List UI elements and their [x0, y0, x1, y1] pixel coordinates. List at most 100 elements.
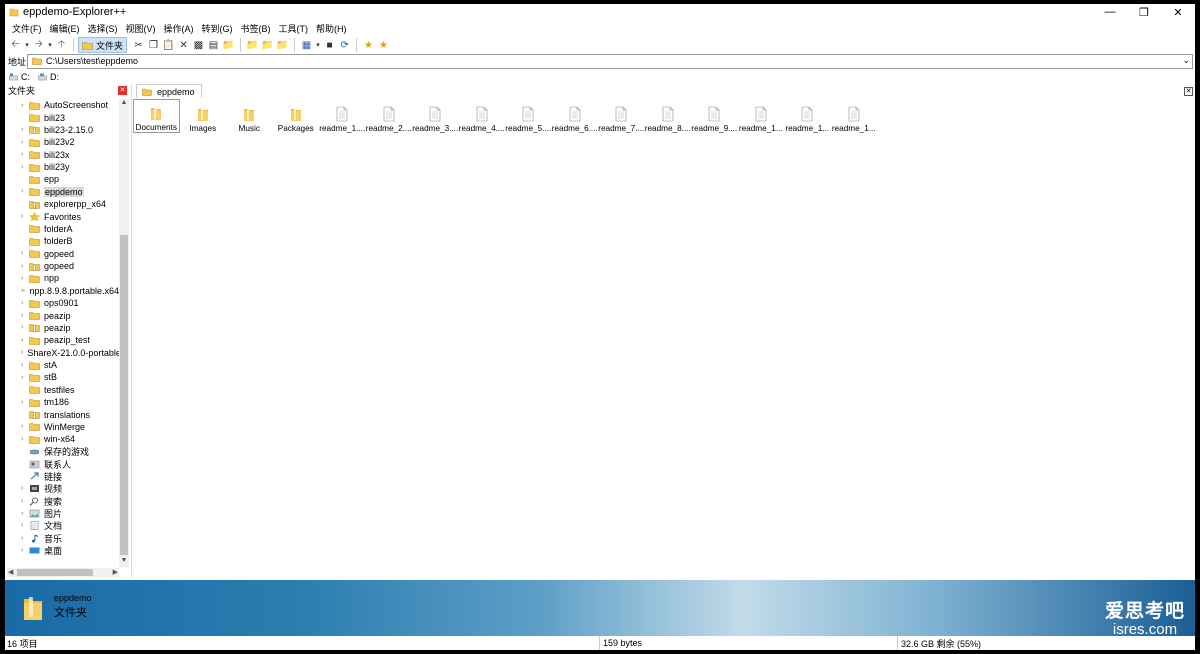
cut-icon[interactable]: ✂: [131, 38, 146, 53]
expand-chevron-icon[interactable]: ›: [21, 300, 29, 307]
file-item[interactable]: readme_3....: [412, 99, 459, 133]
tree-item[interactable]: translations: [5, 408, 119, 420]
tree-item[interactable]: › peazip: [5, 322, 119, 334]
tree-horizontal-scrollbar[interactable]: ◀ ▶: [7, 568, 119, 577]
menu-help[interactable]: 帮助(H): [312, 22, 351, 35]
file-item[interactable]: readme_9....: [691, 99, 738, 133]
expand-chevron-icon[interactable]: ›: [21, 399, 29, 406]
expand-chevron-icon[interactable]: ›: [21, 139, 29, 146]
views-icon[interactable]: ▦: [299, 38, 314, 53]
scroll-thumb[interactable]: [120, 235, 128, 555]
drive-c[interactable]: C:: [9, 72, 30, 82]
paste-icon[interactable]: 📋: [161, 38, 176, 53]
chevron-right-icon[interactable]: ▶: [113, 568, 118, 576]
expand-chevron-icon[interactable]: ›: [21, 362, 29, 369]
restore-button[interactable]: ❐: [1127, 4, 1161, 20]
expand-chevron-icon[interactable]: ›: [21, 102, 29, 109]
folder-item[interactable]: Packages: [273, 99, 320, 133]
expand-chevron-icon[interactable]: ›: [21, 374, 29, 381]
folder-item[interactable]: Images: [180, 99, 227, 133]
tree-item[interactable]: › Favorites: [5, 210, 119, 222]
expand-chevron-icon[interactable]: ›: [21, 275, 29, 282]
expand-chevron-icon[interactable]: ›: [21, 349, 23, 356]
new-folder-icon[interactable]: 📁: [275, 38, 290, 53]
expand-chevron-icon[interactable]: ›: [21, 188, 29, 195]
tree-item[interactable]: › 视频: [5, 483, 119, 495]
expand-chevron-icon[interactable]: ›: [21, 436, 29, 443]
expand-chevron-icon[interactable]: ›: [21, 250, 29, 257]
tree-item[interactable]: › gopeed: [5, 260, 119, 272]
back-icon[interactable]: 🡠: [8, 38, 23, 53]
expand-chevron-icon[interactable]: ›: [21, 312, 29, 319]
file-item[interactable]: readme_4....: [459, 99, 506, 133]
tree-item[interactable]: › peazip: [5, 309, 119, 321]
expand-chevron-icon[interactable]: ›: [21, 522, 29, 529]
tree-item[interactable]: › stB: [5, 371, 119, 383]
tree-item[interactable]: › ops0901: [5, 297, 119, 309]
file-item[interactable]: readme_1...: [784, 99, 831, 133]
menu-select[interactable]: 选择(S): [84, 22, 122, 35]
delete-permanently-icon[interactable]: ▩: [191, 38, 206, 53]
command-prompt-icon[interactable]: ■: [322, 38, 337, 53]
expand-chevron-icon[interactable]: ›: [21, 547, 29, 554]
menu-edit[interactable]: 编辑(E): [46, 22, 84, 35]
tree-item[interactable]: › bili23-2.15.0: [5, 124, 119, 136]
address-input[interactable]: C:\Users\test\eppdemo ⌄: [27, 53, 1193, 69]
tree-item[interactable]: › 文档: [5, 520, 119, 532]
scroll-thumb[interactable]: [17, 569, 93, 576]
forward-icon[interactable]: 🡢: [31, 38, 46, 53]
chevron-up-icon[interactable]: ▲: [119, 99, 129, 109]
tree-item[interactable]: bili23: [5, 111, 119, 123]
search-folder-icon[interactable]: 📁: [221, 38, 236, 53]
tree-item[interactable]: 保存的游戏: [5, 446, 119, 458]
expand-chevron-icon[interactable]: ›: [21, 498, 29, 505]
tree-item[interactable]: › AutoScreenshot: [5, 99, 119, 111]
close-icon[interactable]: ✕: [118, 85, 127, 95]
expand-chevron-icon[interactable]: ›: [21, 164, 29, 171]
tree-item[interactable]: › win-x64: [5, 433, 119, 445]
tree-item[interactable]: epp: [5, 173, 119, 185]
file-item[interactable]: readme_1...: [738, 99, 785, 133]
close-button[interactable]: ✕: [1161, 4, 1195, 20]
file-item[interactable]: readme_7....: [598, 99, 645, 133]
expand-chevron-icon[interactable]: ›: [21, 263, 29, 270]
file-item[interactable]: readme_8....: [645, 99, 692, 133]
tree-item[interactable]: › tm186: [5, 396, 119, 408]
expand-chevron-icon[interactable]: ›: [21, 324, 29, 331]
close-tab-icon[interactable]: ✕: [1184, 87, 1193, 96]
tree-item[interactable]: folderB: [5, 235, 119, 247]
expand-chevron-icon[interactable]: ›: [21, 126, 29, 133]
tree-item[interactable]: › npp: [5, 272, 119, 284]
chevron-down-icon[interactable]: ▼: [119, 557, 129, 567]
tab-eppdemo[interactable]: eppdemo: [136, 84, 202, 98]
tree-item[interactable]: explorerpp_x64: [5, 198, 119, 210]
tree-item[interactable]: 联系人: [5, 458, 119, 470]
menu-view[interactable]: 视图(V): [122, 22, 160, 35]
tree-item[interactable]: › 搜索: [5, 495, 119, 507]
copy-to-icon[interactable]: 📁: [245, 38, 260, 53]
tree-item[interactable]: › ShareX-21.0.0-portable: [5, 347, 119, 359]
folder-item[interactable]: Documents: [133, 99, 180, 133]
menu-bookmarks[interactable]: 书签(B): [237, 22, 275, 35]
expand-chevron-icon[interactable]: ›: [21, 535, 29, 542]
back-dropdown-icon[interactable]: ▾: [23, 38, 31, 53]
tree-item[interactable]: › npp.8.9.8.portable.x64: [5, 285, 119, 297]
tree-item[interactable]: › eppdemo: [5, 186, 119, 198]
expand-chevron-icon[interactable]: ›: [21, 337, 29, 344]
file-item[interactable]: readme_6....: [552, 99, 599, 133]
tree-item[interactable]: › stA: [5, 359, 119, 371]
tree-item[interactable]: › bili23v2: [5, 136, 119, 148]
copy-icon[interactable]: ❐: [146, 38, 161, 53]
tree-item[interactable]: › gopeed: [5, 248, 119, 260]
drive-d[interactable]: D:: [38, 72, 59, 82]
file-item[interactable]: readme_1...: [831, 99, 878, 133]
tree-vertical-scrollbar[interactable]: ▲ ▼: [119, 99, 129, 567]
menu-go[interactable]: 转到(G): [198, 22, 237, 35]
tree-item[interactable]: › bili23x: [5, 149, 119, 161]
file-item[interactable]: readme_2....: [366, 99, 413, 133]
tree-item[interactable]: › peazip_test: [5, 334, 119, 346]
menu-file[interactable]: 文件(F): [8, 22, 46, 35]
tree-item[interactable]: › WinMerge: [5, 421, 119, 433]
expand-chevron-icon[interactable]: ›: [21, 510, 29, 517]
expand-chevron-icon[interactable]: ›: [21, 423, 29, 430]
